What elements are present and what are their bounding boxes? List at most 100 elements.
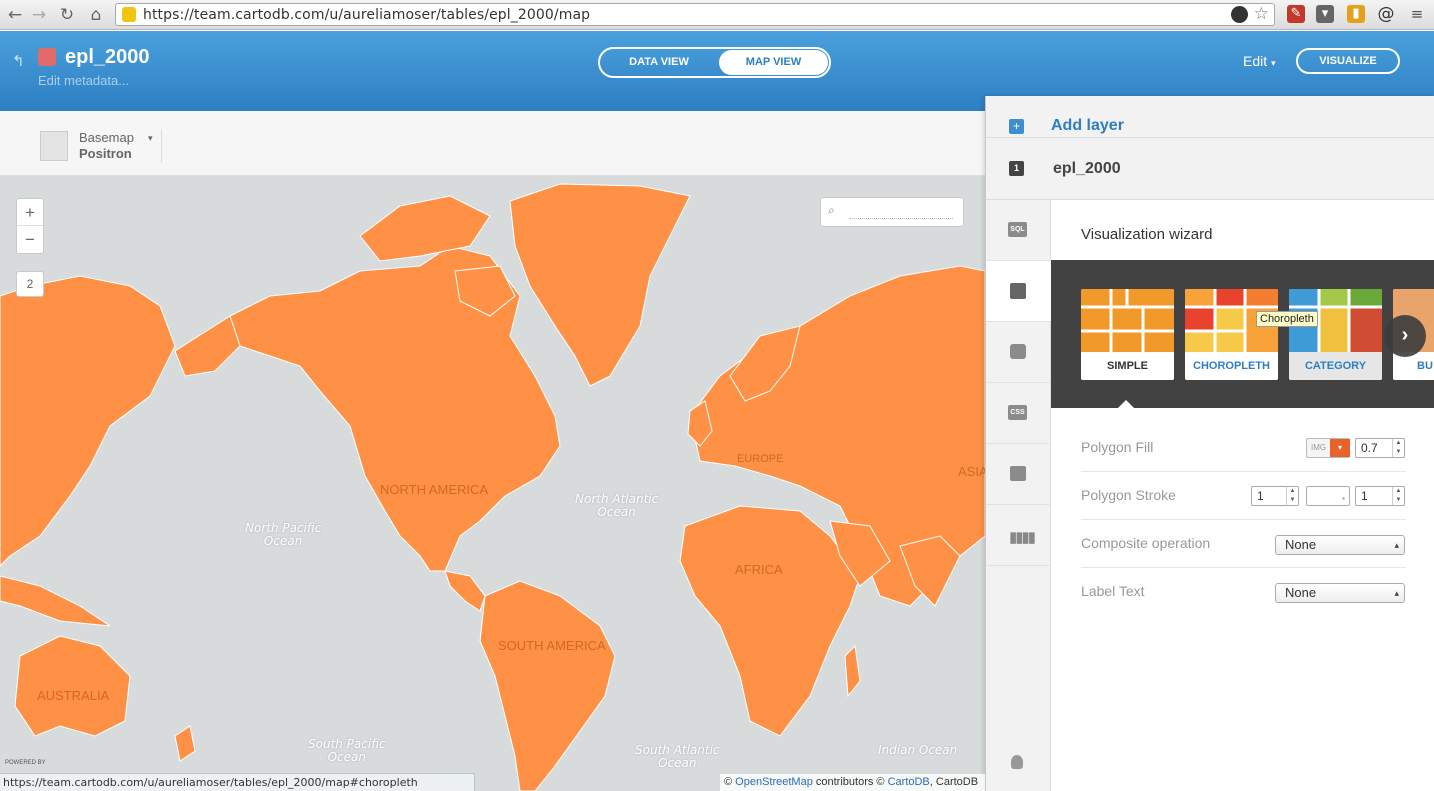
- stepper-icon[interactable]: ▲ ▼: [1392, 439, 1404, 457]
- zoom-control: + −: [16, 198, 44, 254]
- edit-label: Edit: [1243, 53, 1268, 69]
- fill-color-picker[interactable]: IMG ▾: [1306, 438, 1350, 458]
- at-icon[interactable]: @: [1377, 5, 1395, 23]
- sidebar-item-infowindow[interactable]: [986, 322, 1051, 383]
- land-south-america: [479, 580, 616, 791]
- land-madagascar: [844, 644, 861, 698]
- visualization-wizard: Visualization wizard SIMPLE CHOROPLETH C…: [1051, 200, 1434, 791]
- home-icon[interactable]: ⌂: [85, 4, 107, 26]
- sidebar-item-wizard[interactable]: [986, 261, 1051, 322]
- zoom-out-button[interactable]: −: [17, 226, 43, 253]
- search-input[interactable]: [849, 218, 953, 219]
- polygon-stroke-label: Polygon Stroke: [1081, 487, 1176, 503]
- sidebar-item-filters[interactable]: ▮▮▮▮: [986, 505, 1051, 566]
- basemap-selector[interactable]: Basemap Positron ▾: [38, 129, 162, 163]
- address-bar[interactable]: https://team.cartodb.com/u/aureliamoser/…: [115, 3, 1275, 26]
- camera-extension-icon[interactable]: [1231, 6, 1248, 23]
- legend-icon: [1010, 466, 1026, 481]
- browser-toolbar: ← → ↻ ⌂ https://team.cartodb.com/u/aurel…: [0, 0, 1434, 30]
- map-attribution: © OpenStreetMap contributors © CartoDB, …: [720, 774, 985, 791]
- card-category[interactable]: CATEGORY: [1289, 289, 1382, 380]
- bookmark-star-icon[interactable]: ☆: [1254, 4, 1269, 24]
- chevron-down-icon: ▾: [1271, 58, 1276, 68]
- land-central-america: [444, 570, 486, 612]
- plus-icon: +: [1009, 119, 1024, 134]
- map-view-tab[interactable]: MAP VIEW: [719, 50, 828, 75]
- layer-panel: + Add layer 1 epl_2000 SQL CSS ▮▮▮▮ Visu…: [985, 96, 1434, 791]
- label-north-atlantic: North Atlantic Ocean: [575, 492, 659, 519]
- data-view-tab[interactable]: DATA VIEW: [600, 49, 718, 76]
- polygon-fill-row: Polygon Fill IMG ▾ 0.7 ▲ ▼: [1081, 424, 1406, 472]
- attribution-suffix: , CartoDB: [929, 776, 979, 788]
- add-layer-row[interactable]: + Add layer: [986, 96, 1434, 138]
- sidebar-item-css[interactable]: CSS: [986, 383, 1051, 444]
- brush-icon: [1010, 283, 1026, 299]
- back-arrow-icon[interactable]: ↰: [12, 52, 25, 70]
- land-australia: [14, 635, 131, 737]
- sql-icon: SQL: [1008, 222, 1027, 237]
- label-indian-ocean: Indian Ocean: [878, 743, 958, 757]
- chevron-down-icon: ▾: [148, 133, 153, 143]
- edit-metadata-link[interactable]: Edit metadata...: [38, 73, 129, 88]
- next-arrow-button[interactable]: ›: [1384, 315, 1426, 357]
- card-label-simple: SIMPLE: [1081, 352, 1174, 380]
- card-choropleth[interactable]: CHOROPLETH: [1185, 289, 1278, 380]
- composite-select[interactable]: None ▴: [1275, 535, 1405, 555]
- forward-icon[interactable]: →: [28, 4, 50, 26]
- fill-opacity-value: 0.7: [1361, 441, 1378, 455]
- stroke-width-input[interactable]: 1 ▲ ▼: [1251, 486, 1299, 506]
- reload-icon[interactable]: ↻: [56, 4, 78, 26]
- select-arrow-icon: ▴: [1394, 588, 1399, 598]
- label-asia: ASIA: [958, 464, 985, 479]
- map-canvas[interactable]: + − 2 ⌕ North Pacific Ocean North Atlant…: [0, 176, 985, 791]
- label-europe: EUROPE: [737, 453, 784, 465]
- back-icon[interactable]: ←: [4, 4, 26, 26]
- land-greenland: [509, 183, 691, 387]
- label-australia: AUSTRALIA: [37, 688, 110, 703]
- layer-header[interactable]: 1 epl_2000: [986, 138, 1434, 200]
- css-icon: CSS: [1008, 405, 1027, 420]
- selected-card-pointer: [1118, 400, 1134, 408]
- map-search-box[interactable]: ⌕: [820, 197, 964, 227]
- label-south-pacific: South Pacific Ocean: [308, 737, 386, 764]
- label-africa: AFRICA: [735, 562, 783, 577]
- composite-row: Composite operation None ▴: [1081, 520, 1406, 568]
- fill-opacity-input[interactable]: 0.7 ▲ ▼: [1355, 438, 1405, 458]
- stepper-icon[interactable]: ▲ ▼: [1286, 487, 1298, 505]
- layer-name: epl_2000: [1053, 160, 1121, 177]
- extension-icon[interactable]: ✎: [1287, 5, 1305, 23]
- sidebar-item-legend[interactable]: [986, 444, 1051, 505]
- fill-img-label: IMG: [1311, 443, 1327, 452]
- label-text-select[interactable]: None ▴: [1275, 583, 1405, 603]
- polygon-stroke-row: Polygon Stroke 1 ▲ ▼ ▪ 1 ▲ ▼: [1081, 472, 1406, 520]
- lock-icon[interactable]: [38, 48, 56, 66]
- world-map: [0, 183, 985, 791]
- lock-warning-icon: [122, 7, 136, 22]
- menu-icon[interactable]: ≡: [1408, 5, 1426, 23]
- card-simple[interactable]: SIMPLE: [1081, 289, 1174, 380]
- edit-menu[interactable]: Edit ▾: [1243, 53, 1276, 69]
- composite-label: Composite operation: [1081, 535, 1211, 551]
- label-south-america: SOUTH AMERICA: [498, 638, 606, 653]
- pocket-icon[interactable]: ▾: [1316, 5, 1334, 23]
- sidebar-item-sql[interactable]: SQL: [986, 200, 1051, 261]
- label-text-label: Label Text: [1081, 583, 1145, 599]
- zoom-level-indicator: 2: [16, 271, 44, 297]
- stroke-color-picker[interactable]: ▪: [1306, 486, 1350, 506]
- zoom-in-button[interactable]: +: [17, 199, 43, 226]
- extension-2-icon[interactable]: ▮: [1347, 5, 1365, 23]
- cartodb-link[interactable]: CartoDB: [888, 776, 930, 788]
- status-bar: https://team.cartodb.com/u/aureliamoser/…: [0, 773, 475, 791]
- stepper-icon[interactable]: ▲ ▼: [1392, 487, 1404, 505]
- basemap-label: Basemap: [79, 130, 134, 145]
- table-title[interactable]: epl_2000: [65, 46, 150, 69]
- url-text: https://team.cartodb.com/u/aureliamoser/…: [143, 7, 591, 23]
- stroke-opacity-input[interactable]: 1 ▲ ▼: [1355, 486, 1405, 506]
- fill-color-swatch: ▾: [1330, 439, 1350, 457]
- osm-link[interactable]: OpenStreetMap: [735, 776, 813, 788]
- visualize-button[interactable]: VISUALIZE: [1296, 48, 1400, 74]
- simple-thumbnail: [1081, 289, 1174, 352]
- lightbulb-icon[interactable]: [1011, 755, 1023, 769]
- search-icon: ⌕: [828, 203, 835, 217]
- land-east-asia: [0, 275, 176, 567]
